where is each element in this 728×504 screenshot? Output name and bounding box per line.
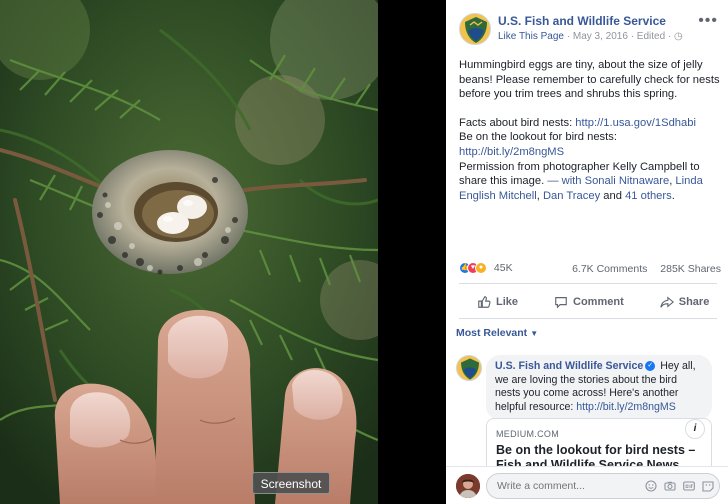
composer-icons — [645, 479, 714, 492]
tagged-user-3[interactable]: Dan Tracey — [543, 190, 600, 202]
with-tag: — with — [547, 175, 582, 188]
post-panel: U.S. Fish and Wildlife Service Like This… — [446, 0, 728, 504]
lightbox-backdrop — [378, 0, 446, 504]
post-actions: Like Comment Share — [459, 290, 717, 314]
post-meta: Like This Page · May 3, 2016 · Edited · … — [498, 31, 683, 42]
facts-link[interactable]: http://1.usa.gov/1Sdhabi — [575, 117, 696, 129]
profile-photo-icon — [456, 474, 480, 498]
share-arrow-icon — [660, 296, 674, 308]
reaction-count[interactable]: 45K — [494, 262, 513, 274]
post-paragraph: Hummingbird eggs are tiny, about the siz… — [459, 59, 720, 101]
preview-site: MEDIUM.COM — [496, 429, 559, 439]
hummingbird-nest-photo — [0, 0, 378, 504]
speech-bubble-icon — [555, 297, 567, 309]
post-photo[interactable]: Screenshot — [0, 0, 378, 504]
caret-down-icon: ▼ — [530, 329, 539, 338]
comment-composer — [446, 466, 728, 504]
usfws-logo-icon — [461, 358, 479, 380]
tagged-user-1[interactable]: Sonali Nitnaware — [585, 175, 670, 187]
facts-label: Facts about bird nests: — [459, 116, 573, 129]
thumbs-up-icon — [478, 296, 491, 308]
sticker-icon[interactable] — [702, 479, 714, 492]
wow-reaction-icon: ● — [475, 262, 487, 275]
share-button-label: Share — [678, 296, 710, 308]
comment-author[interactable]: U.S. Fish and Wildlife Service — [495, 360, 643, 372]
divider — [459, 283, 717, 284]
page-logo[interactable] — [459, 13, 491, 45]
comment-sort-label: Most Relevant — [456, 327, 528, 339]
comment-link[interactable]: http://bit.ly/2m8ngMS — [576, 401, 676, 413]
like-button-label: Like — [496, 296, 519, 308]
like-button[interactable]: Like — [459, 290, 536, 314]
share-button[interactable]: Share — [642, 290, 728, 314]
engagement-counts: 6.7K Comments 285K Shares — [562, 263, 721, 275]
like-page-link[interactable]: Like This Page — [498, 31, 564, 42]
usfws-logo-icon — [465, 17, 487, 43]
comment-button[interactable]: Comment — [536, 290, 642, 314]
page-name-link[interactable]: U.S. Fish and Wildlife Service — [498, 14, 666, 28]
share-count[interactable]: 285K Shares — [660, 263, 721, 275]
commenter-avatar[interactable] — [456, 355, 482, 381]
lookout-label: Be on the lookout for bird nests: — [459, 131, 617, 144]
post-stats: 👍 ♥ ● 45K 6.7K Comments 285K Shares — [459, 262, 721, 278]
more-options-icon[interactable]: ••• — [698, 12, 718, 30]
post-date[interactable]: May 3, 2016 — [573, 31, 628, 42]
and-text: and — [603, 189, 622, 202]
comment-button-label: Comment — [573, 296, 624, 308]
comment-count[interactable]: 6.7K Comments — [572, 263, 647, 275]
user-avatar[interactable] — [456, 474, 480, 498]
post-text: Hummingbird eggs are tiny, about the siz… — [459, 59, 720, 202]
emoji-icon[interactable] — [645, 479, 657, 492]
divider — [459, 318, 717, 319]
tagged-others[interactable]: 41 others — [625, 190, 672, 202]
info-icon[interactable]: i — [685, 419, 705, 439]
screenshot-tooltip: Screenshot — [252, 472, 330, 494]
camera-icon[interactable] — [664, 479, 676, 491]
comment-bubble: U.S. Fish and Wildlife Service ✓ Hey all,… — [486, 355, 712, 421]
verified-badge-icon: ✓ — [645, 361, 656, 372]
edited-label[interactable]: Edited — [637, 31, 665, 42]
comment-sort-dropdown[interactable]: Most Relevant ▼ — [456, 327, 538, 339]
lookout-link[interactable]: http://bit.ly/2m8ngMS — [459, 146, 564, 158]
gif-icon[interactable] — [683, 479, 695, 491]
globe-icon: ◷ — [674, 31, 683, 42]
